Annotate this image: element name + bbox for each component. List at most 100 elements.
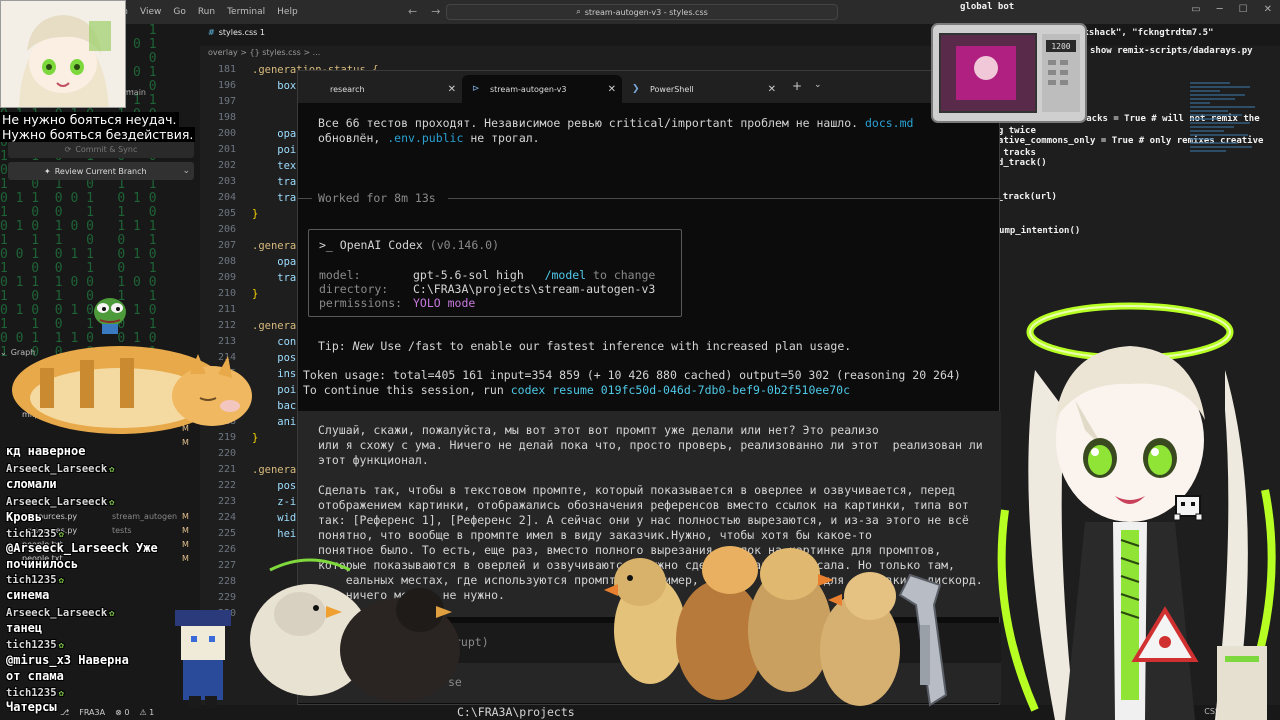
error-icon[interactable]: ⊗ 0 <box>115 708 129 717</box>
permissions-value: YOLO mode <box>413 296 476 310</box>
line-number: 203 <box>217 176 236 187</box>
overlay-code-line: ckshack", "fckngtrdtm7.5" <box>1078 28 1214 38</box>
svg-text:1200: 1200 <box>1051 42 1070 51</box>
chat-username: tich1235 ✿ <box>6 528 64 540</box>
close-icon[interactable]: ✕ <box>448 84 456 95</box>
tab-label: PowerShell <box>650 84 694 94</box>
token-usage: Token usage: total=405 161 input=354 859… <box>303 368 961 382</box>
sub-badge-icon: ✿ <box>58 689 64 699</box>
chevron-down-icon[interactable]: ⌄ <box>814 80 822 90</box>
line-number: 206 <box>217 224 236 235</box>
terminal-tabbar: research ✕ ⊳ stream-autogen-v3 ✕ ❯ Power… <box>298 71 1001 103</box>
tab-label: research <box>330 84 365 94</box>
directory-label: directory: <box>319 282 389 296</box>
codex-info-box: >_ OpenAI Codex (v0.146.0) model: gpt-5.… <box>308 229 682 317</box>
tab-label: stream-autogen-v3 <box>490 84 567 94</box>
new-tab-icon[interactable]: + <box>792 79 802 93</box>
menu-item[interactable]: View <box>140 7 161 17</box>
chat-message: кд наверное <box>6 444 86 458</box>
line-number: 196 <box>217 80 236 91</box>
command-center-search[interactable]: ⌕ stream-autogen-v3 - styles.css <box>446 4 838 20</box>
line-number: 202 <box>217 160 236 171</box>
chat-message: танец <box>6 621 43 635</box>
commit-sync-button[interactable]: ⟳ Commit & Sync <box>8 140 194 158</box>
vtuber-character <box>997 302 1276 720</box>
chat-message: синема <box>6 588 50 602</box>
file-status-badge: M <box>182 512 189 521</box>
line-number: 181 <box>217 64 236 75</box>
menu-item[interactable]: Help <box>277 7 298 17</box>
chat-message: @Arseeck_Larseeck Уже <box>6 541 158 555</box>
nav-arrows: ← → <box>408 5 440 18</box>
ghost-pixel-icon <box>1173 495 1203 521</box>
sub-badge-icon: ✿ <box>58 576 64 586</box>
worked-divider: Worked for 8m 13s <box>298 191 1001 205</box>
status-branch[interactable]: FRA3A <box>79 708 105 717</box>
commit-sync-label: Commit & Sync <box>75 144 138 154</box>
branch-label: main <box>126 88 146 97</box>
chat-message: сломали <box>6 477 57 491</box>
output-line: обновлён, .env.public не трогал. <box>318 131 540 145</box>
sub-badge-icon: ✿ <box>109 465 115 475</box>
menu-item[interactable]: Terminal <box>227 7 265 17</box>
line-number: 200 <box>217 128 236 139</box>
prompt-line: Сделать так, чтобы в текстовом промпте, … <box>318 483 955 497</box>
pepe-frog-sticker <box>94 298 126 334</box>
continue-line: To continue this session, run codex resu… <box>303 383 850 397</box>
review-icon: ✦ <box>44 166 51 176</box>
file-status-badge: M <box>182 526 189 535</box>
review-branch-button[interactable]: ✦ Review Current Branch ⌄ <box>8 162 194 180</box>
line-number: 224 <box>217 512 236 523</box>
chat-username: Arseeck_Larseeck ✿ <box>6 607 115 619</box>
menu-item[interactable]: Run <box>198 7 215 17</box>
tab-stream-autogen[interactable]: ⊳ stream-autogen-v3 ✕ <box>462 75 622 103</box>
output-line: Все 66 тестов проходят. Независимое ревь… <box>318 116 914 130</box>
file-status-badge: M <box>182 554 189 563</box>
warning-icon[interactable]: ⚠ 1 <box>139 708 154 717</box>
css-file-icon: # <box>208 28 215 37</box>
tab-research[interactable]: research ✕ <box>302 75 462 103</box>
docs-link[interactable]: docs.md <box>865 116 913 130</box>
line-number: 220 <box>217 448 236 459</box>
chat-message: Чатерсы <box>6 700 57 714</box>
overlay-code-line: global bot <box>960 2 1015 12</box>
remote-icon[interactable]: ⎇ <box>60 708 69 717</box>
chat-username: tich1235 ✿ <box>6 574 64 586</box>
chat-username: Arseeck_Larseeck ✿ <box>6 463 115 475</box>
tab-powershell[interactable]: ❯ PowerShell ✕ <box>622 75 782 103</box>
line-number: 207 <box>217 240 236 251</box>
terminal-icon: ⊳ <box>472 84 480 94</box>
close-icon[interactable]: ✕ <box>768 84 776 95</box>
menu-item[interactable]: Go <box>173 7 185 17</box>
breadcrumb[interactable]: overlay > {} styles.css > ... <box>208 48 320 57</box>
chat-message: от спама <box>6 669 64 683</box>
back-arrow-icon[interactable]: ← <box>408 5 417 18</box>
tab-styles-css[interactable]: # styles.css 1 <box>208 28 265 37</box>
model-row: gpt-5.6-sol high /model to change <box>413 268 656 282</box>
model-label: model: <box>319 268 361 282</box>
close-icon[interactable]: ✕ <box>608 84 616 95</box>
line-number: 198 <box>217 112 236 123</box>
review-branch-label: Review Current Branch <box>54 166 147 176</box>
tip-line: Tip: New Use /fast to enable our fastest… <box>318 339 852 353</box>
chat-username: tich1235 ✿ <box>6 687 64 699</box>
streamer-avatar <box>0 0 126 108</box>
forward-arrow-icon[interactable]: → <box>431 5 440 18</box>
sub-badge-icon: ✿ <box>58 530 64 540</box>
line-number: 208 <box>217 256 236 267</box>
codex-title: >_ OpenAI Codex (v0.146.0) <box>319 238 500 252</box>
line-number: 201 <box>217 144 236 155</box>
line-number: 197 <box>217 96 236 107</box>
powershell-icon: ❯ <box>632 84 640 94</box>
chevron-down-icon[interactable]: ⌄ <box>182 166 190 176</box>
chat-message: починилось <box>6 557 79 571</box>
chicks-sticker <box>250 546 900 706</box>
wrench-sticker <box>898 573 948 707</box>
directory-value: C:\FRA3A\projects\stream-autogen-v3 <box>413 282 656 296</box>
chibi-sprite <box>175 610 231 708</box>
prompt-line: так: [Референс 1], [Референс 2]. А сейча… <box>318 513 969 527</box>
permissions-label: permissions: <box>319 296 403 310</box>
tab-label: styles.css 1 <box>218 28 265 37</box>
line-number: 205 <box>217 208 236 219</box>
chat-message: @mirus_x3 Наверна <box>6 653 129 667</box>
